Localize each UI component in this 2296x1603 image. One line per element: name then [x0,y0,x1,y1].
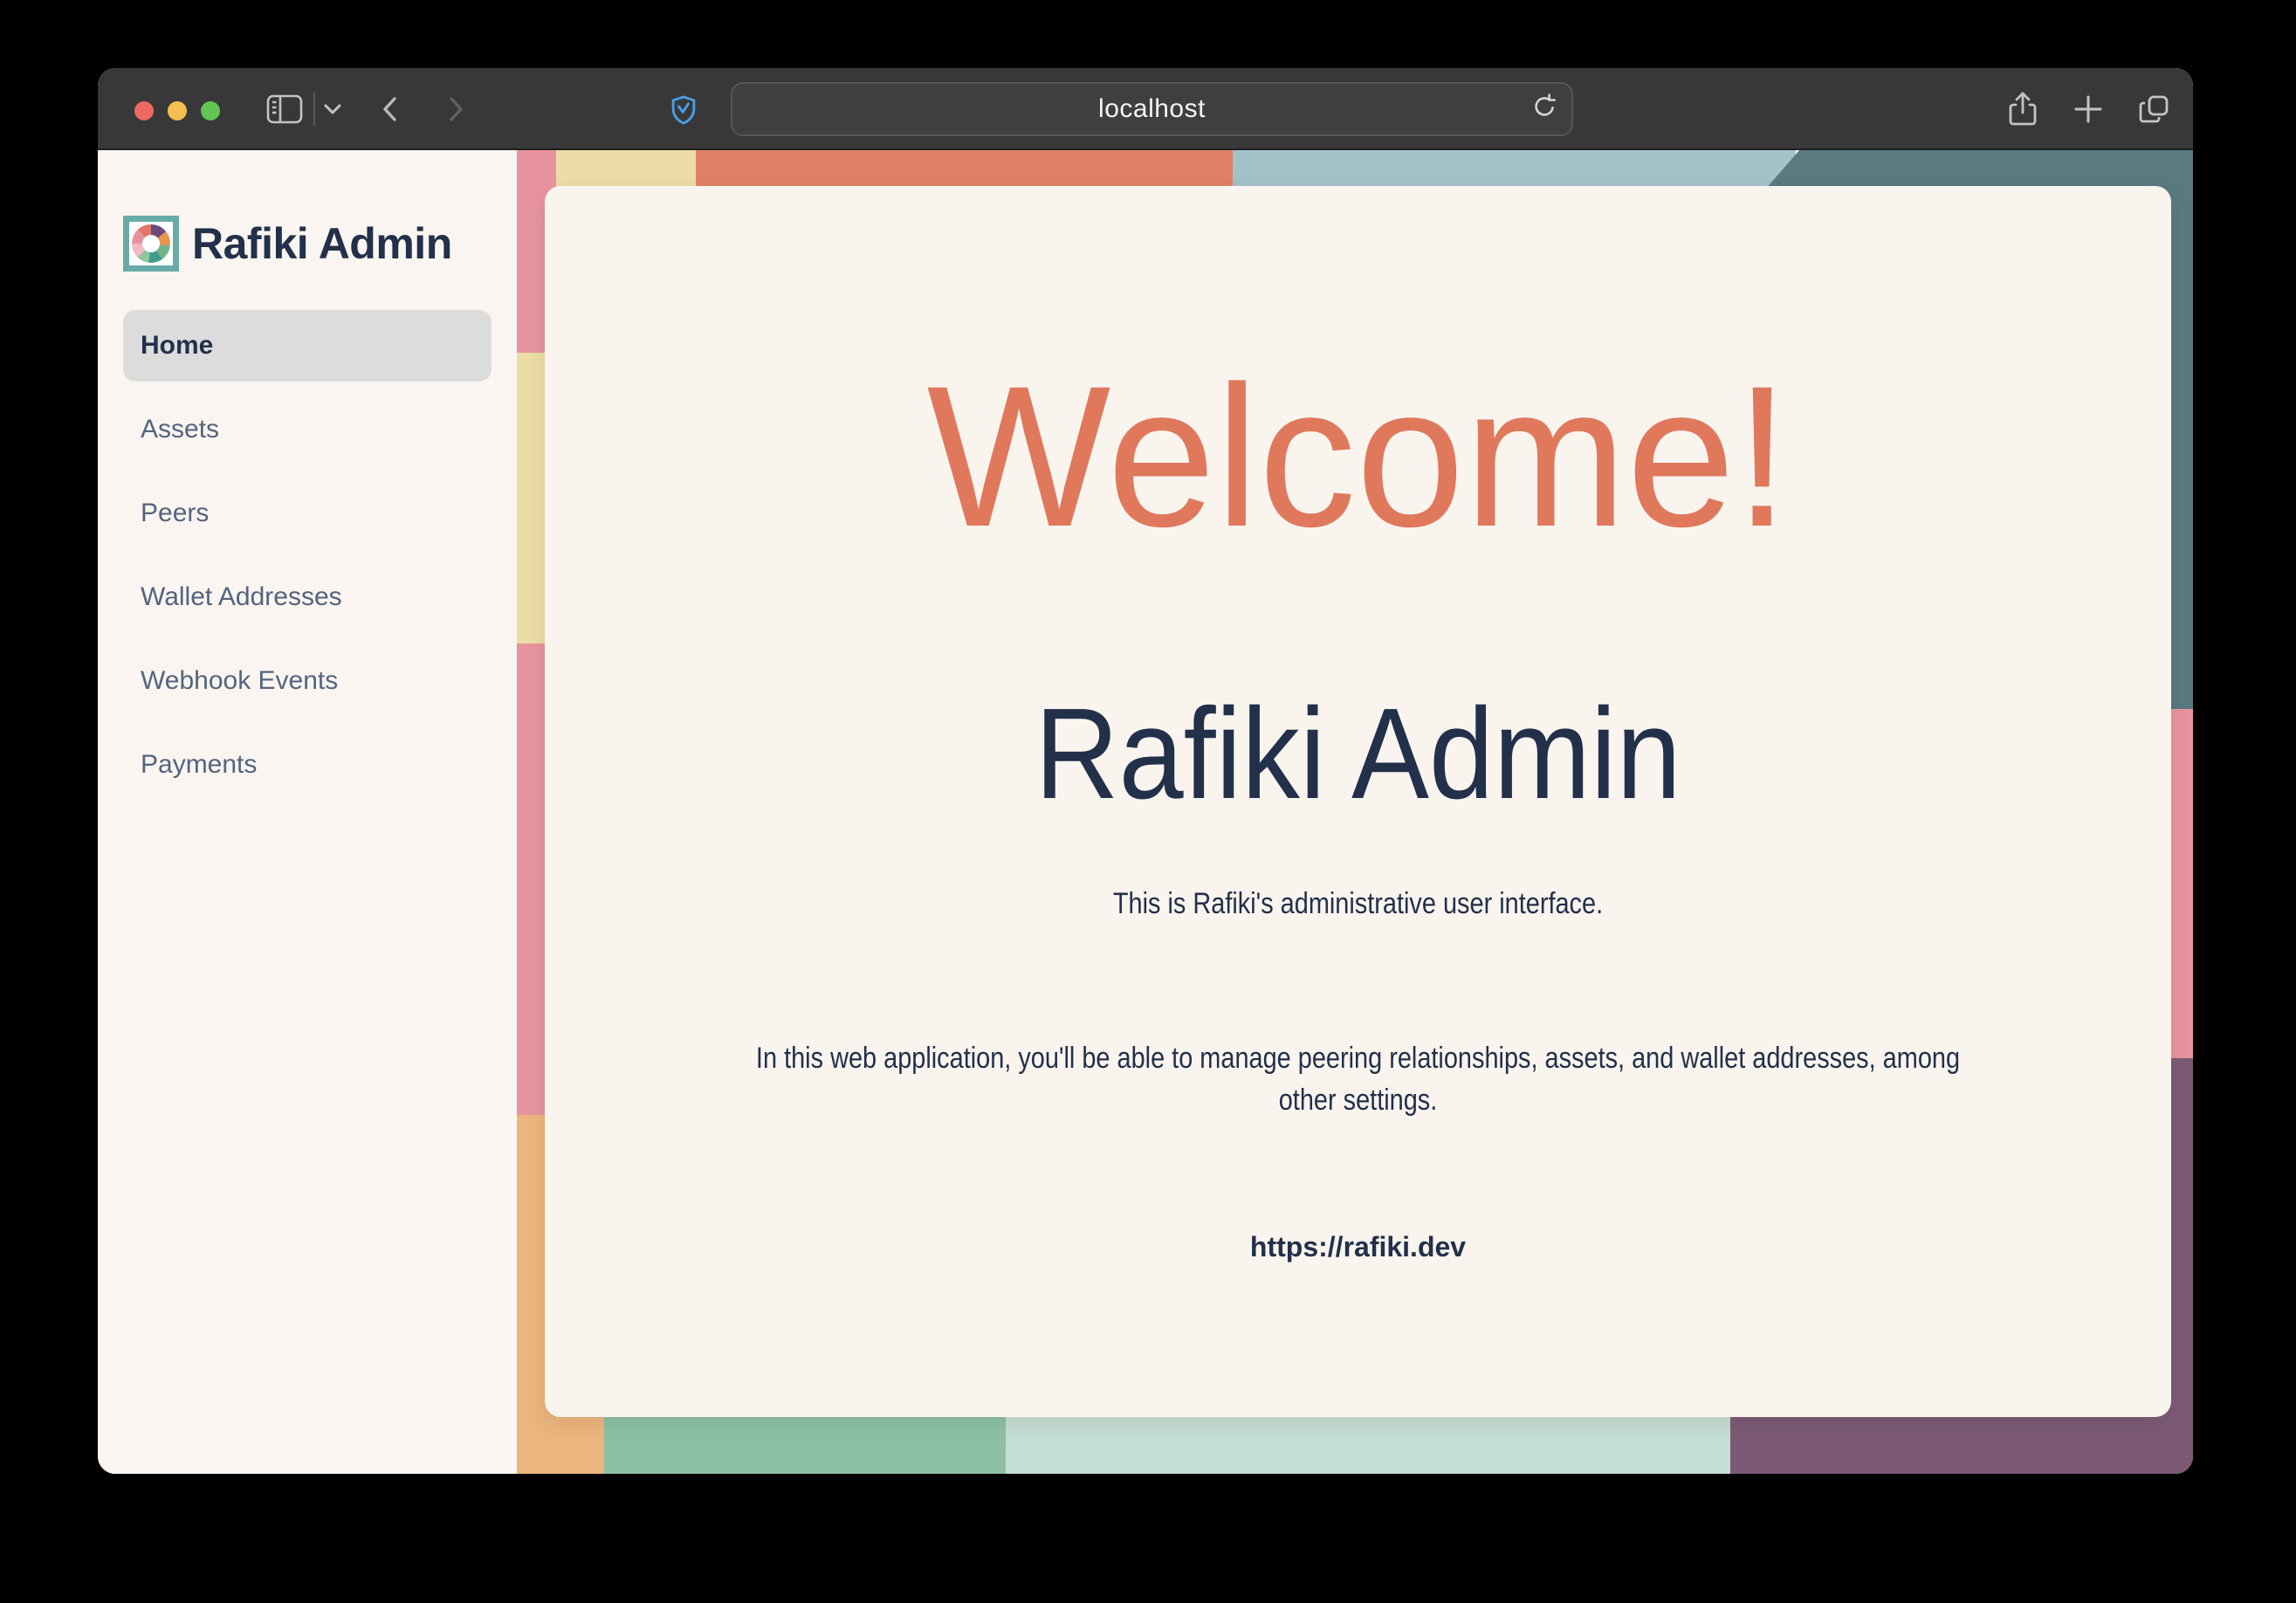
back-button[interactable] [377,92,403,127]
rafiki-logo-icon [123,216,179,272]
close-window-button[interactable] [134,101,154,120]
description-line-2: other settings. [667,1079,2050,1121]
sidebar-item-payments[interactable]: Payments [123,729,492,801]
decor-top-coral [696,150,1233,189]
main-content: Welcome! Rafiki Admin This is Rafiki's a… [517,150,2193,1474]
sidebar-item-assets[interactable]: Assets [123,394,492,465]
address-bar[interactable]: localhost [731,82,1573,136]
forward-button[interactable] [443,92,469,127]
sidebar: Rafiki Admin Home Assets Peers Wallet Ad… [98,150,517,1474]
rafiki-ring-icon [132,224,170,263]
refresh-icon[interactable] [1528,93,1561,126]
brand[interactable]: Rafiki Admin [123,216,452,272]
zoom-window-button[interactable] [201,101,220,120]
page-title: Rafiki Admin [626,690,2090,819]
welcome-heading: Welcome! [569,356,2147,557]
decor-top-teal [1765,150,2193,189]
browser-toolbar: localhost [98,68,2193,150]
browser-window: localhost [98,68,2193,1474]
sidebar-item-home[interactable]: Home [123,310,492,382]
minimize-window-button[interactable] [168,101,187,120]
sidebar-item-peers[interactable]: Peers [123,478,492,549]
decor-bottom-orange [517,1417,608,1474]
chevron-down-icon[interactable] [321,100,344,119]
sidebar-toggle-icon[interactable] [265,92,304,127]
new-tab-icon[interactable] [2069,90,2107,128]
rafiki-dev-link[interactable]: https://rafiki.dev [545,1231,2171,1263]
privacy-shield-icon[interactable] [667,93,700,127]
decor-top-lightblue [1233,150,1796,189]
toolbar-divider [313,93,315,126]
sidebar-item-webhook-events[interactable]: Webhook Events [123,645,492,717]
decor-bottom-green [604,1417,1006,1474]
welcome-card: Welcome! Rafiki Admin This is Rafiki's a… [545,186,2171,1417]
sidebar-item-wallet-addresses[interactable]: Wallet Addresses [123,561,492,633]
brand-name: Rafiki Admin [192,218,452,269]
decor-bottom-mint [1006,1417,1730,1474]
page-subtitle: This is Rafiki's administrative user int… [667,887,2050,921]
share-icon[interactable] [2004,90,2042,128]
sidebar-menu: Home Assets Peers Wallet Addresses Webho… [123,310,492,813]
description-paragraph: In this web application, you'll be able … [667,1037,2050,1121]
screenshot-stage: localhost [0,0,2296,1603]
tab-overview-icon[interactable] [2134,90,2173,128]
url-text: localhost [1098,94,1206,124]
decor-bottom-purple [1730,1417,2193,1474]
description-line-1: In this web application, you'll be able … [667,1037,2050,1079]
decor-top-yellow [556,150,696,189]
